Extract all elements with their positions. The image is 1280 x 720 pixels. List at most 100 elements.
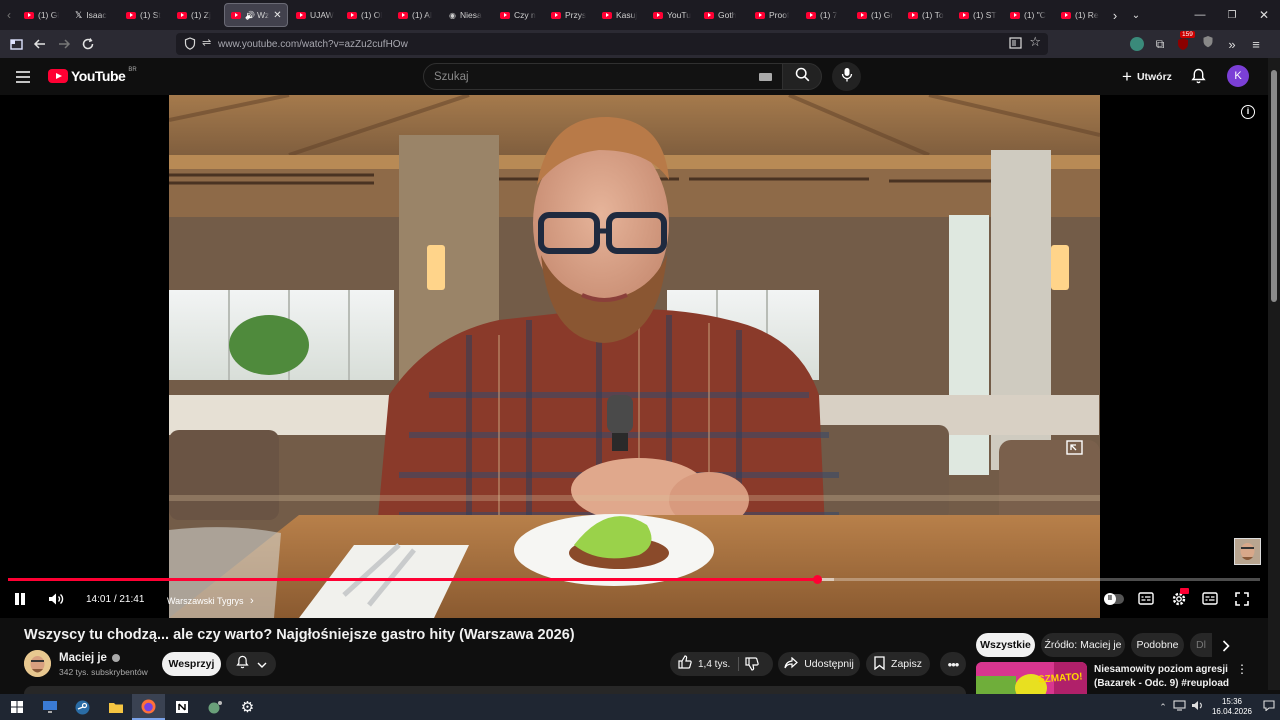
firefox-icon[interactable] (132, 694, 165, 720)
pause-icon[interactable] (14, 593, 26, 606)
browser-tab[interactable]: Proof (749, 3, 800, 27)
settings-gear-icon[interactable] (1171, 588, 1189, 612)
back-icon[interactable] (28, 32, 52, 56)
search-input[interactable]: Szukaj (423, 63, 783, 90)
recommendation-item[interactable]: SZMATO! Niesamowity poziom agresji (Baza… (976, 662, 1246, 694)
search-button[interactable] (782, 63, 822, 90)
browser-tab[interactable]: ◉ Niesa (443, 3, 494, 27)
channel-name[interactable]: Maciej je (59, 652, 121, 664)
channel-watermark[interactable] (1234, 538, 1261, 565)
youtube-logo[interactable]: YouTube BR (48, 67, 137, 84)
guide-menu-icon[interactable] (16, 70, 30, 88)
chip-similar[interactable]: Podobne (1131, 633, 1184, 657)
browser-tab[interactable]: YouTu (647, 3, 698, 27)
settings-app-icon[interactable]: ⚙ (231, 694, 264, 720)
page-scrollbar[interactable] (1268, 58, 1280, 690)
theater-mode-icon[interactable] (1202, 592, 1218, 610)
chapter-button[interactable]: Warszawski Tygrys › (167, 595, 254, 607)
site-info-icon[interactable]: ⇌ (202, 36, 211, 49)
network-tray-icon[interactable] (1170, 698, 1188, 716)
reload-icon[interactable] (76, 32, 100, 56)
steam-icon[interactable] (66, 694, 99, 720)
keyboard-icon[interactable] (759, 73, 772, 81)
browser-tab[interactable]: (1) Gr (851, 3, 902, 27)
video-player[interactable]: i 14:01 / 21:41 Warszawski Tygrys › II (0, 95, 1268, 618)
chip-partial[interactable]: Dl (1190, 633, 1212, 657)
tabs-scroll-left-icon[interactable]: ‹ (0, 3, 18, 27)
browser-tab[interactable]: 🔊 Wz ✕ (224, 3, 288, 27)
network-app-icon[interactable] (198, 694, 231, 720)
voice-search-button[interactable] (832, 62, 861, 91)
sidebar-toggle-icon[interactable] (4, 32, 28, 56)
browser-tab[interactable]: (1) ST (953, 3, 1004, 27)
recommendation-more-icon[interactable]: ⋮ (1236, 663, 1248, 675)
browser-tab[interactable]: (1) Gł (18, 3, 69, 27)
volume-icon[interactable] (48, 592, 65, 611)
video-frame[interactable] (169, 95, 1100, 618)
tab-audio-icon[interactable]: 🔊 (245, 11, 255, 20)
more-tools-icon[interactable]: » (1224, 37, 1240, 52)
browser-tab[interactable]: (1) Ol (341, 3, 392, 27)
browser-tab[interactable]: (1) To (902, 3, 953, 27)
browser-tab[interactable]: UJAW (290, 3, 341, 27)
tray-chevron-icon[interactable]: ⌃ (1156, 702, 1170, 713)
subtitles-icon[interactable] (1138, 592, 1154, 610)
notification-center-icon[interactable] (1258, 698, 1280, 716)
account-avatar[interactable]: K (1227, 65, 1249, 87)
create-button[interactable]: + Utwórz (1116, 63, 1178, 90)
browser-tab[interactable]: 𝕏 Isaac (69, 3, 120, 27)
notifications-bell-icon[interactable] (1191, 68, 1206, 89)
app-menu-icon[interactable]: ≡ (1248, 37, 1264, 52)
url-bar[interactable]: ⇌ www.youtube.com/watch?v=azZu2cufHOw ☆ (176, 33, 1048, 55)
fullscreen-icon[interactable] (1235, 592, 1249, 611)
volume-tray-icon[interactable] (1188, 698, 1206, 716)
progress-scrubber[interactable] (813, 574, 822, 584)
close-window-icon[interactable]: ✕ (1248, 8, 1280, 22)
tab-list-chevron-icon[interactable]: ⌄ (1124, 3, 1148, 27)
chip-source[interactable]: Źródło: Maciej je (1041, 633, 1125, 657)
notion-icon[interactable] (165, 694, 198, 720)
page-scrollbar-thumb[interactable] (1271, 70, 1277, 302)
browser-tab[interactable]: (1) "C (1004, 3, 1055, 27)
dislike-button[interactable] (745, 657, 759, 676)
like-button[interactable]: 1,4 tys. (670, 652, 738, 676)
minimize-icon[interactable]: — (1184, 9, 1216, 21)
reader-view-icon[interactable] (1009, 37, 1022, 52)
browser-tab[interactable]: (1) Al (392, 3, 443, 27)
subscription-bell-button[interactable] (226, 652, 276, 676)
more-actions-button[interactable]: ••• (940, 652, 966, 676)
browser-tab[interactable]: Goth (698, 3, 749, 27)
miniplayer-overlay-icon[interactable] (1066, 440, 1083, 460)
chips-next-icon[interactable] (1222, 639, 1230, 657)
browser-tab[interactable]: (1) Re (1055, 3, 1106, 27)
browser-tab[interactable]: (1) 7 (800, 3, 851, 27)
tab-close-icon[interactable]: ✕ (273, 10, 281, 21)
recommendation-thumbnail[interactable]: SZMATO! (976, 662, 1087, 694)
recommendation-title[interactable]: Niesamowity poziom agresji (Bazarek - Od… (1094, 663, 1229, 691)
shield-icon[interactable] (184, 37, 196, 53)
forward-icon[interactable] (52, 32, 76, 56)
save-button[interactable]: Zapisz (866, 652, 930, 676)
browser-tab[interactable]: (1) St (120, 3, 171, 27)
restore-icon[interactable]: ❐ (1216, 10, 1248, 21)
ublock-extension-icon[interactable]: 159 (1176, 31, 1195, 51)
bookmark-star-icon[interactable]: ☆ (1029, 34, 1041, 50)
info-icon[interactable]: i (1241, 105, 1255, 119)
autoplay-toggle[interactable]: II (1104, 593, 1124, 605)
tabs-scroll-right-icon[interactable]: › (1106, 3, 1124, 27)
channel-avatar[interactable] (24, 650, 51, 677)
remote-desktop-icon[interactable] (33, 694, 66, 720)
browser-tab[interactable]: (1) Zj (171, 3, 222, 27)
support-button[interactable]: Wesprzyj (162, 652, 221, 676)
browser-tab[interactable]: Przys (545, 3, 596, 27)
file-explorer-icon[interactable] (99, 694, 132, 720)
share-button[interactable]: Udostępnij (778, 652, 860, 676)
privacy-extension-icon[interactable] (1200, 35, 1216, 53)
extensions-puzzle-icon[interactable]: ⧉ (1152, 37, 1168, 52)
clock[interactable]: 15:36 16.04.2026 (1206, 697, 1258, 717)
chip-all[interactable]: Wszystkie (976, 633, 1035, 657)
progress-bar[interactable] (8, 574, 1260, 584)
description-box-top[interactable] (24, 686, 966, 694)
browser-tab[interactable]: Czy n (494, 3, 545, 27)
vpn-extension-icon[interactable] (1130, 37, 1144, 51)
